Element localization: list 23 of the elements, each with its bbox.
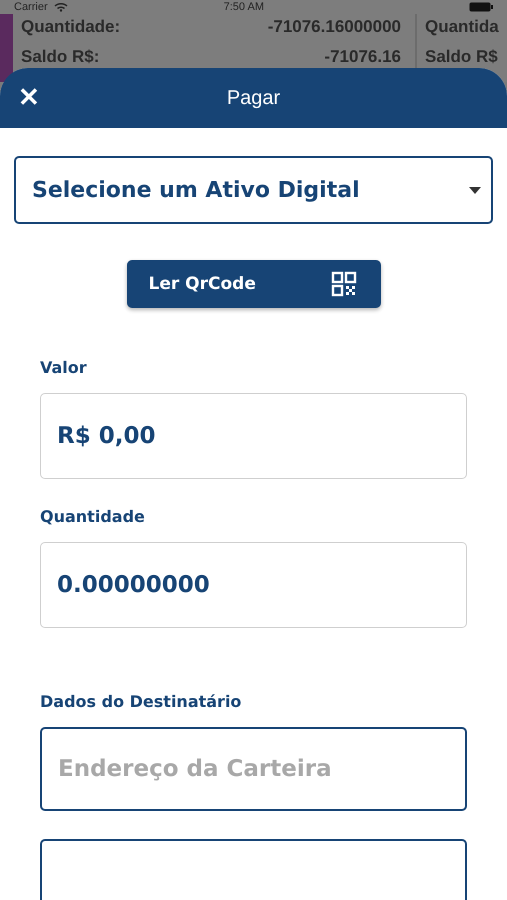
qr-button[interactable]: Ler QrCode (126, 260, 380, 308)
battery-icon (469, 2, 493, 12)
side-strip (0, 14, 13, 82)
row-value: -71076.16000000 (268, 17, 401, 37)
row-label: Quantidade: (21, 17, 120, 37)
field-label: Dados do Destinatário (40, 692, 242, 711)
qr-code-icon (330, 271, 356, 297)
close-button[interactable]: ✕ (12, 80, 46, 115)
row-label: Quantida (425, 17, 499, 37)
row-label: Saldo R$ (425, 47, 498, 67)
field-label: Valor (40, 358, 88, 377)
carrier-name: Carrier (14, 1, 48, 13)
asset-select[interactable]: Selecione um Ativo Digital (14, 156, 493, 224)
input-field[interactable]: Endereço da Carteira (40, 727, 467, 811)
caret-icon (469, 186, 481, 194)
input-field[interactable]: R$ 0,00 (40, 393, 467, 479)
row-label: Saldo R$: (21, 47, 100, 67)
wifi-icon (54, 2, 68, 12)
status-time: 7:50 AM (224, 1, 264, 13)
field-label: Quantidade (40, 507, 146, 526)
input-field[interactable]: 0.00000000 (40, 542, 467, 628)
row-value: -71076.16 (324, 47, 401, 67)
sheet-title: Pagar (226, 86, 280, 110)
